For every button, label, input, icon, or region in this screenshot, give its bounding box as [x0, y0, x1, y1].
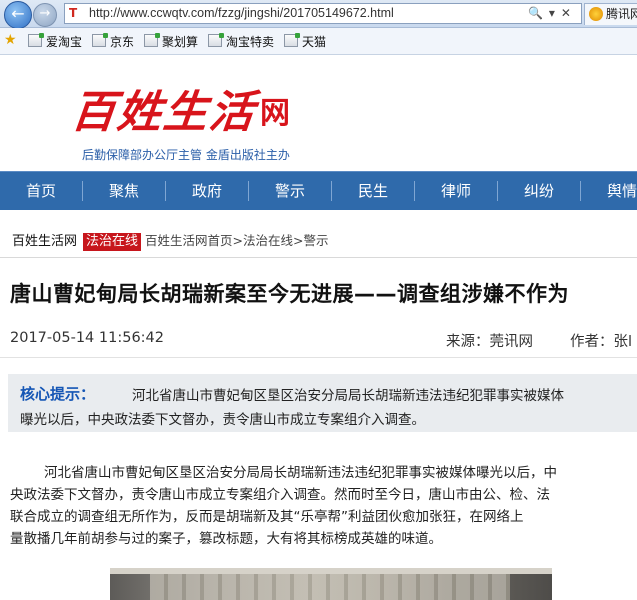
- site-favicon-icon: T: [69, 6, 78, 20]
- breadcrumb-path[interactable]: 百姓生活网首页>法治在线>警示: [145, 233, 328, 248]
- favorite-page-icon: [284, 33, 300, 47]
- nav-item-lawyer[interactable]: 律师: [415, 172, 497, 210]
- nav-item-government[interactable]: 政府: [166, 172, 248, 210]
- nav-item-livelihood[interactable]: 民生: [332, 172, 414, 210]
- article-body-line: 量散播几年前胡参与过的案子，篡改标题，大有将其标榜成英雄的味道。: [10, 531, 442, 547]
- article-body-line: 央政法委下文督办，责令唐山市成立专案组介入调查。然而时至今日，唐山市由公、检、法: [10, 487, 550, 503]
- browser-tab[interactable]: 腾讯网: [584, 3, 637, 25]
- photo-building-facade: [150, 574, 510, 600]
- nav-item-dispute[interactable]: 纠纷: [498, 172, 580, 210]
- divider: [0, 257, 637, 258]
- article-body-line: 联合成立的调查组无所作为，反而是胡瑞新及其“乐亭帮”利益团伙愈加张狂，在网络上: [10, 509, 524, 525]
- forward-button[interactable]: →: [33, 3, 57, 27]
- favorite-page-icon: [144, 33, 160, 47]
- article-body-line: 河北省唐山市曹妃甸区垦区治安分局局长胡瑞新违法违纪犯罪事实被媒体曝光以后，中: [44, 465, 557, 481]
- breadcrumb: 百姓生活网 法治在线 百姓生活网首页>法治在线>警示: [12, 232, 328, 251]
- nav-item-focus[interactable]: 聚焦: [83, 172, 165, 210]
- article-source: 来源：莞讯网: [446, 334, 533, 350]
- summary-text-line: 曝光以后，中央政法委下文督办，责令唐山市成立专案组介入调查。: [20, 412, 425, 428]
- article-author: 作者：张l: [570, 334, 633, 350]
- favorites-bar: ★ 爱淘宝 京东 聚划算 淘宝特卖 天猫: [0, 28, 637, 55]
- back-button[interactable]: ←: [4, 1, 32, 29]
- article-photo: [110, 568, 552, 600]
- divider: [0, 357, 637, 358]
- article-title: 唐山曹妃甸局长胡瑞新案至今无进展——调查组涉嫌不作为: [10, 282, 569, 306]
- summary-text-line: 河北省唐山市曹妃甸区垦区治安分局局长胡瑞新违法违纪犯罪事实被媒体: [132, 388, 564, 404]
- summary-label: 核心提示：: [20, 385, 96, 403]
- summary-box: 核心提示： 河北省唐山市曹妃甸区垦区治安分局局长胡瑞新违法违纪犯罪事实被媒体 曝…: [8, 374, 637, 432]
- favorite-page-icon: [208, 33, 224, 47]
- site-logo[interactable]: 百姓生活 网: [69, 76, 302, 138]
- nav-item-warning[interactable]: 警示: [249, 172, 331, 210]
- tab-favicon-icon: [589, 7, 603, 21]
- url-text: http://www.ccwqtv.com/fzzg/jingshi/20170…: [89, 6, 394, 20]
- site-subtitle: 后勤保障部办公厅主管 金盾出版社主办: [82, 148, 290, 162]
- favorite-page-icon: [92, 33, 108, 47]
- main-navigation: 首页 聚焦 政府 警示 民生 律师 纠纷 舆情: [0, 171, 637, 210]
- breadcrumb-site[interactable]: 百姓生活网: [12, 234, 77, 249]
- article-date: 2017-05-14 11:56:42: [10, 330, 164, 346]
- favorite-page-icon: [28, 33, 44, 47]
- url-field[interactable]: T http://www.ccwqtv.com/fzzg/jingshi/201…: [64, 3, 582, 24]
- favorite-item[interactable]: 天猫: [284, 33, 326, 50]
- favorite-item[interactable]: 京东: [92, 33, 134, 50]
- favorite-item[interactable]: 聚划算: [144, 33, 198, 50]
- url-tools-icons[interactable]: 🔍▾✕: [528, 4, 577, 23]
- nav-item-opinion[interactable]: 舆情: [581, 172, 637, 210]
- address-bar-area: ← → T http://www.ccwqtv.com/fzzg/jingshi…: [0, 0, 637, 29]
- section-tag[interactable]: 法治在线: [83, 233, 142, 251]
- nav-item-home[interactable]: 首页: [0, 172, 82, 210]
- tab-label: 腾讯网: [606, 7, 637, 21]
- favorite-item[interactable]: 淘宝特卖: [208, 33, 274, 50]
- favorites-star-icon[interactable]: ★: [4, 33, 17, 47]
- favorite-item[interactable]: 爱淘宝: [28, 33, 82, 50]
